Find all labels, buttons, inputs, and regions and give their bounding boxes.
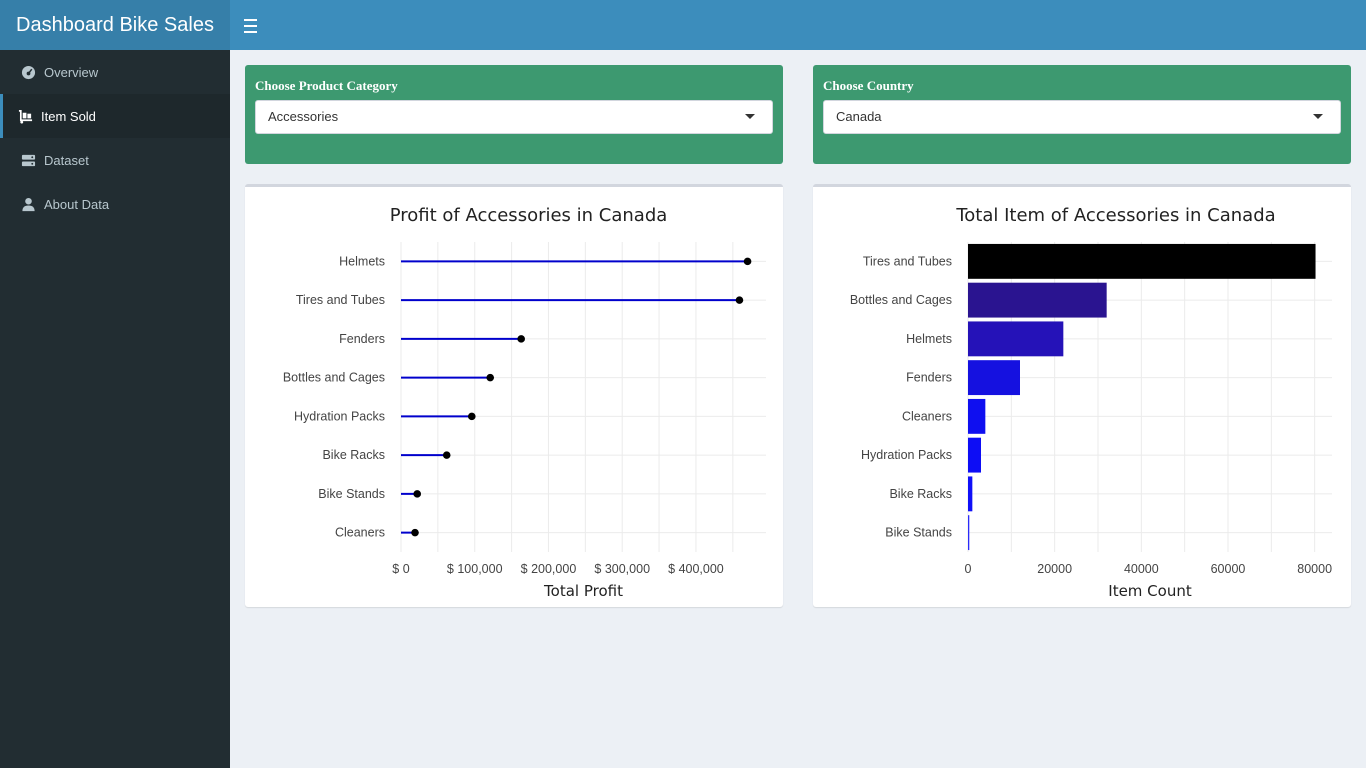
category-select-value: Accessories — [268, 109, 339, 124]
item-count-bar-chart: Total Item of Accessories in Canada Tires… — [850, 205, 1332, 600]
x-tick-label: $ 200,000 — [521, 562, 577, 576]
y-tick-label: Bike Stands — [885, 526, 952, 540]
country-select-value: Canada — [836, 109, 882, 124]
lollipop-point — [517, 335, 525, 343]
y-tick-label: Fenders — [906, 371, 952, 385]
dolly-icon — [17, 108, 33, 124]
lollipop-point — [743, 257, 752, 266]
sidebar: Overview Item Sold Dataset About Data — [0, 50, 230, 768]
item-count-chart-box: Total Item of Accessories in Canada Tires… — [813, 184, 1351, 607]
y-tick-label: Bottles and Cages — [850, 293, 952, 307]
sidebar-item-about-data[interactable]: About Data — [0, 182, 230, 226]
country-select[interactable]: Canada — [823, 100, 1341, 134]
bar — [968, 437, 981, 473]
lollipop-point — [467, 412, 476, 421]
sidebar-item-dataset[interactable]: Dataset — [0, 138, 230, 182]
lollipop-point — [442, 451, 451, 459]
x-tick-label: $ 0 — [392, 562, 409, 576]
x-axis-title: Item Count — [1108, 582, 1192, 600]
x-axis-title: Total Profit — [543, 582, 623, 600]
category-filter-label: Choose Product Category — [255, 78, 398, 93]
y-tick-label: Bike Racks — [889, 487, 952, 501]
sidebar-item-item-sold[interactable]: Item Sold — [0, 94, 230, 138]
lollipop-point — [411, 528, 419, 537]
lollipop-point — [735, 296, 744, 304]
chart-title: Profit of Accessories in Canada — [390, 205, 668, 226]
country-filter-label: Choose Country — [823, 78, 914, 93]
bar — [968, 321, 1064, 357]
hamburger-icon — [244, 19, 257, 21]
dashboard-icon — [20, 64, 36, 80]
server-icon — [20, 152, 36, 168]
x-tick-label: $ 100,000 — [447, 562, 503, 576]
y-tick-label: Tires and Tubes — [296, 293, 385, 307]
y-tick-label: Fenders — [339, 332, 385, 346]
y-tick-label: Helmets — [339, 254, 385, 268]
y-tick-label: Bike Racks — [322, 448, 385, 462]
x-tick-label: 20000 — [1037, 562, 1072, 576]
bar — [968, 243, 1316, 279]
bar — [968, 398, 986, 434]
sidebar-item-label: Dataset — [44, 152, 89, 168]
sidebar-item-overview[interactable]: Overview — [0, 50, 230, 94]
category-select[interactable]: Accessories — [255, 100, 773, 134]
x-tick-label: 0 — [965, 562, 972, 576]
y-tick-label: Tires and Tubes — [863, 254, 952, 268]
sidebar-item-label: Item Sold — [41, 108, 96, 124]
y-tick-label: Cleaners — [335, 526, 385, 540]
chevron-down-icon — [1313, 114, 1323, 119]
profit-chart-box: Profit of Accessories in Canada Helmets Ti… — [245, 184, 783, 607]
bar — [968, 476, 973, 512]
bar — [968, 282, 1107, 318]
y-tick-label: Helmets — [906, 332, 952, 346]
user-icon — [20, 196, 36, 212]
sidebar-item-label: About Data — [44, 196, 110, 212]
chevron-down-icon — [745, 114, 755, 119]
x-tick-label: $ 300,000 — [594, 562, 650, 576]
y-tick-label: Bike Stands — [318, 487, 385, 501]
y-tick-label: Bottles and Cages — [283, 371, 385, 385]
y-tick-label: Hydration Packs — [294, 409, 385, 423]
y-tick-label: Cleaners — [902, 409, 952, 423]
bar — [968, 360, 1020, 396]
x-tick-label: 80000 — [1297, 562, 1332, 576]
lollipop-point — [486, 373, 495, 382]
y-tick-label: Hydration Packs — [861, 448, 952, 462]
bar — [968, 515, 970, 551]
country-filter-box: Choose Country Canada — [813, 65, 1351, 164]
sidebar-toggle-button[interactable] — [242, 14, 260, 36]
lollipop-point — [413, 490, 422, 498]
sidebar-item-label: Overview — [44, 64, 99, 80]
profit-lollipop-chart: Profit of Accessories in Canada Helmets Ti… — [283, 205, 766, 600]
x-tick-label: 40000 — [1124, 562, 1159, 576]
top-navbar — [230, 0, 1366, 50]
app-logo-title[interactable]: Dashboard Bike Sales — [0, 0, 230, 50]
x-tick-label: 60000 — [1211, 562, 1246, 576]
x-tick-label: $ 400,000 — [668, 562, 724, 576]
category-filter-box: Choose Product Category Accessories — [245, 65, 783, 164]
chart-title: Total Item of Accessories in Canada — [955, 205, 1275, 226]
